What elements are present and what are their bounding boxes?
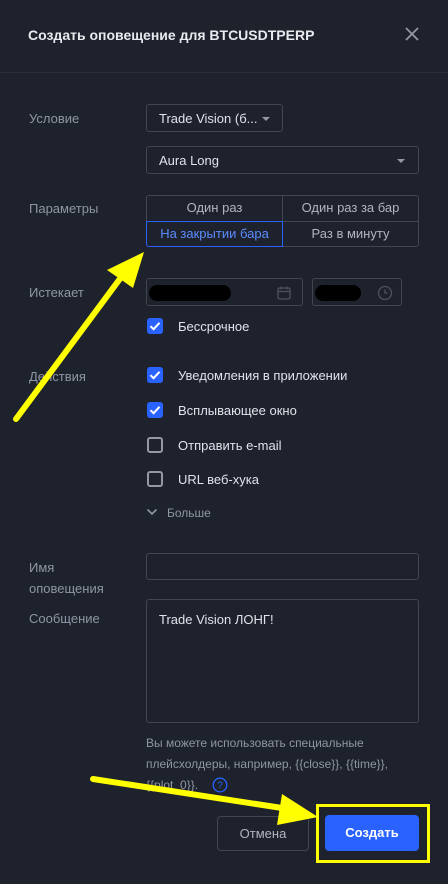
message-label: Сообщение [29, 611, 100, 626]
parameters-label: Параметры [29, 201, 99, 216]
expiry-label: Истекает [29, 285, 84, 300]
chevron-down-icon [262, 117, 270, 121]
in-app-notification-checkbox[interactable] [147, 367, 163, 383]
in-app-notification-label: Уведомления в приложении [178, 368, 348, 383]
popup-label: Всплывающее окно [178, 403, 297, 418]
alert-name-input[interactable] [146, 553, 419, 580]
hint-line-1: Вы можете использовать специальные [146, 736, 364, 750]
alert-name-label-line1: Имя [29, 560, 55, 575]
checkmark-icon [149, 406, 161, 415]
checkmark-icon [149, 322, 161, 331]
hint-line-2: плейсхолдеры, например, {{close}}, {{tim… [146, 757, 388, 771]
open-ended-label: Бессрочное [178, 319, 250, 334]
condition-source-select[interactable]: Trade Vision (б... [146, 104, 283, 132]
open-ended-checkbox[interactable] [147, 318, 163, 334]
chevron-down-icon[interactable] [146, 507, 158, 517]
expiry-time-input[interactable] [312, 278, 402, 306]
svg-text:?: ? [217, 781, 223, 792]
redacted-date [149, 285, 231, 301]
trigger-once-per-minute[interactable]: Раз в минуту [282, 221, 419, 247]
alert-name-label-line2: оповещения [29, 581, 104, 596]
webhook-label: URL веб-хука [178, 472, 259, 487]
arrow-to-bar-close [13, 252, 144, 422]
condition-label: Условие [29, 111, 80, 126]
chevron-down-icon [397, 159, 405, 163]
hint-line-3: {{plot_0}}. [146, 778, 199, 792]
email-label: Отправить e-mail [178, 438, 282, 453]
dialog-title: Создать оповещение для BTCUSDTPERP [28, 27, 315, 43]
calendar-icon[interactable] [276, 285, 292, 301]
close-icon[interactable] [403, 25, 421, 43]
clock-icon[interactable] [377, 285, 393, 301]
create-button[interactable]: Создать [325, 815, 419, 851]
actions-label: Действия [29, 369, 86, 384]
header-divider [0, 72, 448, 73]
condition-signal-select[interactable]: Aura Long [146, 146, 419, 174]
trigger-once-per-bar[interactable]: Один раз за бар [282, 195, 419, 222]
webhook-checkbox[interactable] [147, 471, 163, 487]
condition-source-value: Trade Vision (б... [159, 111, 258, 126]
more-toggle[interactable]: Больше [167, 506, 211, 520]
email-checkbox[interactable] [147, 437, 163, 453]
checkmark-icon [149, 371, 161, 380]
redacted-time [315, 285, 361, 301]
trigger-bar-close[interactable]: На закрытии бара [146, 221, 283, 247]
expiry-date-input[interactable] [146, 278, 303, 306]
help-icon[interactable]: ? [212, 777, 228, 793]
condition-signal-value: Aura Long [159, 153, 219, 168]
cancel-button[interactable]: Отмена [217, 816, 309, 851]
popup-checkbox[interactable] [147, 402, 163, 418]
trigger-once[interactable]: Один раз [146, 195, 283, 222]
message-text: Trade Vision ЛОНГ! [159, 612, 274, 627]
message-textarea[interactable]: Trade Vision ЛОНГ! [146, 599, 419, 723]
